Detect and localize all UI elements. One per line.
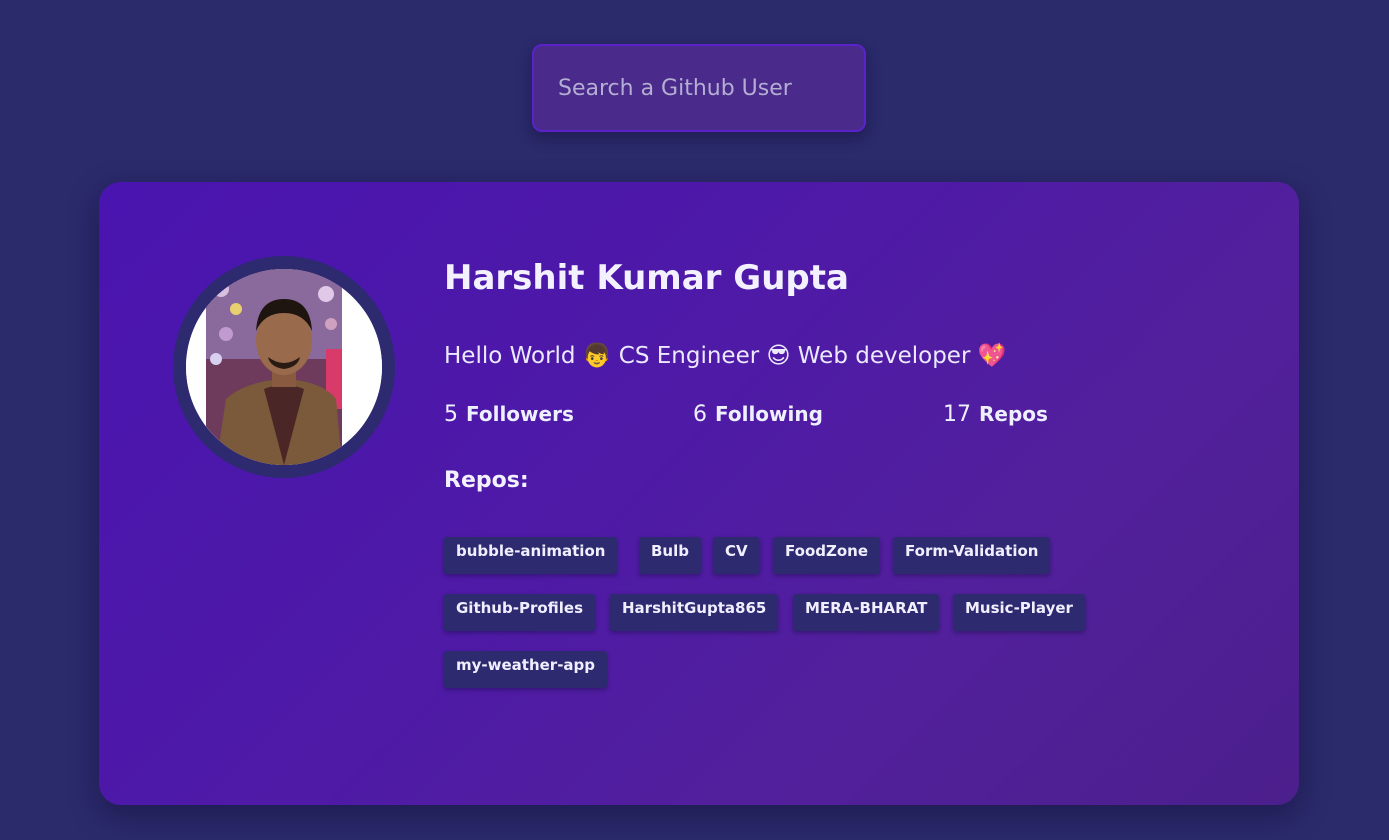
profile-card: Harshit Kumar Gupta Hello World 👦 CS Eng… (99, 182, 1299, 805)
avatar-ring (173, 256, 395, 478)
search-box (532, 44, 866, 132)
user-name: Harshit Kumar Gupta (444, 258, 849, 298)
repo-tag[interactable]: MERA-BHARAT (793, 594, 940, 631)
following-label: Following (715, 402, 823, 426)
avatar-image (186, 269, 382, 465)
following-stat: 6 Following (693, 402, 823, 427)
repo-tag[interactable]: FoodZone (773, 537, 881, 574)
repos-count: 17 (943, 402, 971, 427)
repo-tag[interactable]: bubble-animation (444, 537, 618, 574)
repo-tag[interactable]: CV (713, 537, 760, 574)
avatar (186, 269, 382, 465)
followers-label: Followers (466, 402, 574, 426)
followers-count: 5 (444, 402, 458, 427)
repo-tag[interactable]: Bulb (639, 537, 701, 574)
search-input[interactable] (534, 46, 864, 130)
repos-title: Repos: (444, 468, 529, 493)
repo-tag[interactable]: Github-Profiles (444, 594, 596, 631)
repo-tag[interactable]: Music-Player (953, 594, 1085, 631)
followers-stat: 5 Followers (444, 402, 574, 427)
following-count: 6 (693, 402, 707, 427)
repos-label: Repos (979, 402, 1048, 426)
repo-tag[interactable]: my-weather-app (444, 651, 608, 688)
repo-tag[interactable]: HarshitGupta865 (610, 594, 779, 631)
user-bio: Hello World 👦 CS Engineer 😎 Web develope… (444, 343, 1007, 369)
repo-tag[interactable]: Form-Validation (893, 537, 1051, 574)
repos-stat: 17 Repos (943, 402, 1048, 427)
